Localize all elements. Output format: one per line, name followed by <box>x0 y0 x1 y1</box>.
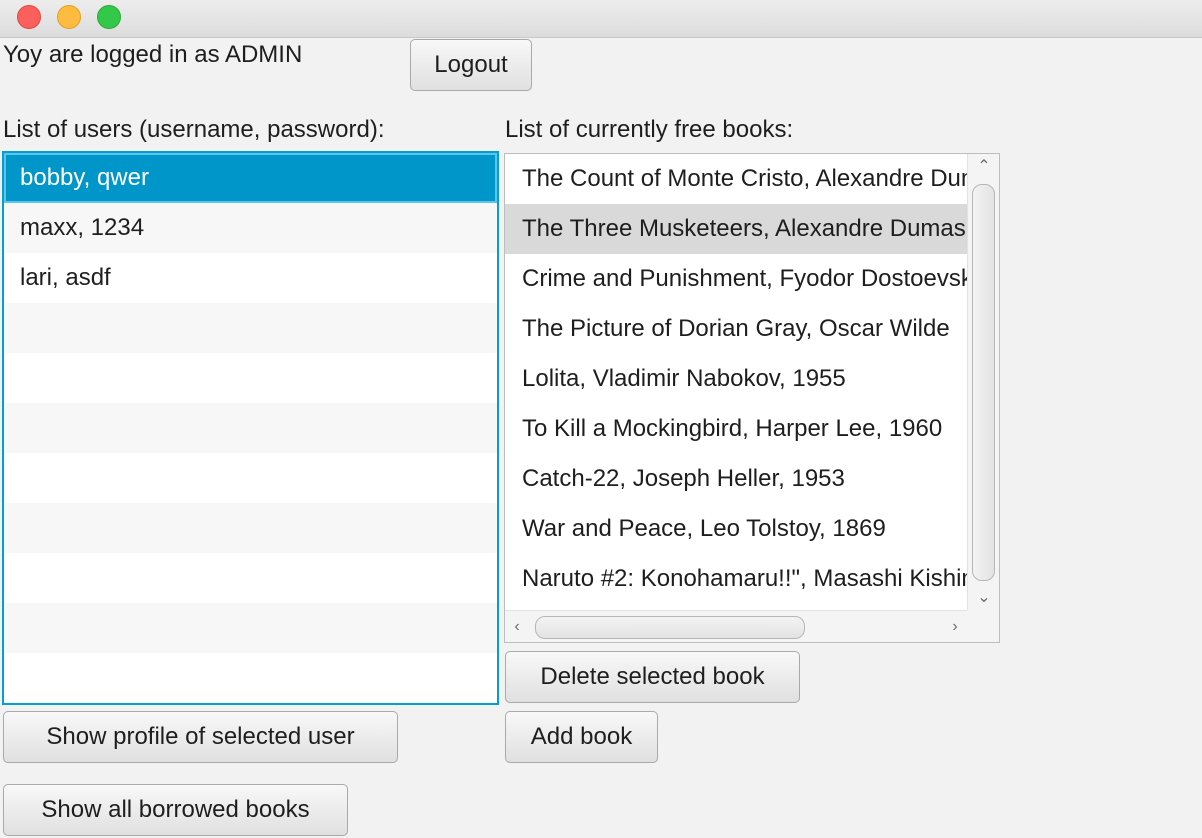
user-list-item[interactable]: lari, asdf <box>4 253 497 303</box>
book-list-item[interactable]: Naruto #2: Konohamaru!!", Masashi Kishim… <box>505 554 967 604</box>
scroll-down-arrow-icon[interactable]: ⌄ <box>974 590 994 606</box>
books-list-heading: List of currently free books: <box>505 116 794 143</box>
book-list-item[interactable]: The Count of Monte Cristo, Alexandre Dum… <box>505 154 967 204</box>
close-window-button[interactable] <box>17 5 41 29</box>
user-list-empty-row <box>4 303 497 353</box>
book-list-item[interactable]: Crime and Punishment, Fyodor Dostoevsky <box>505 254 967 304</box>
user-list-empty-row <box>4 403 497 453</box>
book-list-item[interactable]: War and Peace, Leo Tolstoy, 1869 <box>505 504 967 554</box>
user-list-item[interactable]: maxx, 1234 <box>4 203 497 253</box>
scroll-left-arrow-icon[interactable]: ‹ <box>507 619 527 635</box>
book-list-item[interactable]: To Kill a Mockingbird, Harper Lee, 1960 <box>505 404 967 454</box>
book-list-item[interactable]: The Three Musketeers, Alexandre Dumas <box>505 204 967 254</box>
user-list-empty-row <box>4 453 497 503</box>
book-list-item[interactable]: The Picture of Dorian Gray, Oscar Wilde <box>505 304 967 354</box>
show-profile-button[interactable]: Show profile of selected user <box>3 711 398 763</box>
horizontal-scrollbar[interactable]: ‹ › <box>505 610 967 642</box>
users-list-heading: List of users (username, password): <box>3 116 385 143</box>
vertical-scrollbar[interactable]: ⌃ ⌄ <box>967 154 999 610</box>
horizontal-scroll-thumb[interactable] <box>535 616 805 639</box>
minimize-window-button[interactable] <box>57 5 81 29</box>
scrollbar-corner <box>967 610 999 642</box>
add-book-button[interactable]: Add book <box>505 711 658 763</box>
books-list-viewport: The Count of Monte Cristo, Alexandre Dum… <box>505 154 967 610</box>
vertical-scroll-thumb[interactable] <box>972 184 995 581</box>
user-list-empty-row <box>4 603 497 653</box>
scroll-up-arrow-icon[interactable]: ⌃ <box>974 159 994 175</box>
user-list-empty-row <box>4 353 497 403</box>
users-list[interactable]: bobby, qwer maxx, 1234 lari, asdf <box>2 151 499 705</box>
book-list-item[interactable]: Lolita, Vladimir Nabokov, 1955 <box>505 354 967 404</box>
user-list-empty-row <box>4 503 497 553</box>
user-list-empty-row <box>4 553 497 603</box>
window-titlebar <box>0 0 1202 38</box>
user-list-item[interactable]: bobby, qwer <box>4 153 497 203</box>
show-borrowed-books-button[interactable]: Show all borrowed books <box>3 784 348 836</box>
login-status-label: Yoy are logged in as ADMIN <box>3 41 303 68</box>
delete-selected-book-button[interactable]: Delete selected book <box>505 651 800 703</box>
book-list-item[interactable]: Catch-22, Joseph Heller, 1953 <box>505 454 967 504</box>
maximize-window-button[interactable] <box>97 5 121 29</box>
logout-button[interactable]: Logout <box>410 39 532 91</box>
books-list[interactable]: The Count of Monte Cristo, Alexandre Dum… <box>504 153 1000 643</box>
user-list-empty-row <box>4 653 497 703</box>
scroll-right-arrow-icon[interactable]: › <box>945 619 965 635</box>
